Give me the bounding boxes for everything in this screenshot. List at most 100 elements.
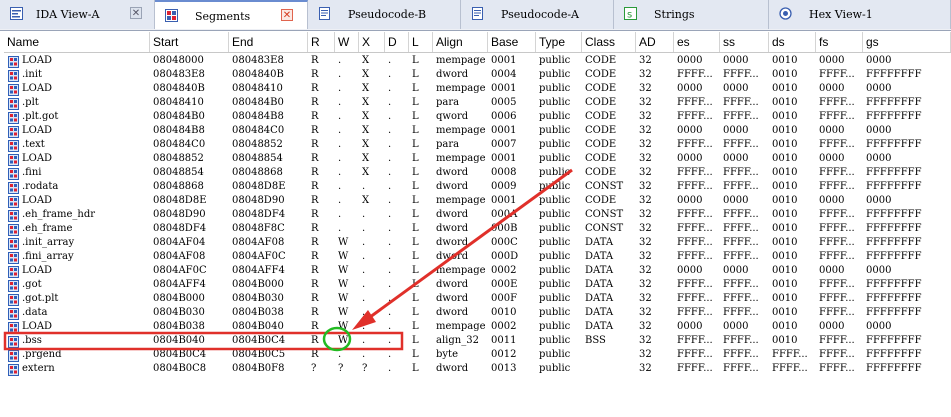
column-header-ss[interactable]: ss (720, 32, 769, 52)
segment-icon (8, 111, 19, 124)
cell-w: W (338, 321, 349, 332)
column-header-d[interactable]: D (385, 32, 409, 52)
column-header-es[interactable]: es (674, 32, 720, 52)
cell-l: L (412, 363, 419, 374)
cell-type: public (539, 181, 571, 192)
cell-class: DATA (585, 251, 614, 262)
cell-x: . (362, 265, 366, 276)
column-header-start[interactable]: Start (150, 32, 229, 52)
table-row[interactable]: .eh_frame 08048DF4 08048F8C R... Ldword 000B p… (4, 222, 951, 236)
table-row[interactable]: .prgend 0804B0C4 0804B0C5 R... Lbyte 0012 publ… (4, 348, 951, 362)
cell-name: .init (22, 69, 43, 80)
tab-ida-view-a[interactable]: IDA View-A ✕ (0, 0, 155, 29)
table-row[interactable]: .eh_frame_hdr 08048D90 08048DF4 R... Ldword 0… (4, 208, 951, 222)
cell-class: CODE (585, 125, 617, 136)
cell-end: 0804840B (232, 69, 284, 80)
cell-base: 0008 (491, 167, 517, 178)
column-header-ds[interactable]: ds (769, 32, 816, 52)
column-header-ad[interactable]: AD (636, 32, 674, 52)
table-row[interactable]: LOAD 08048000 080483E8 R. X. Lmempage 0001 publ… (4, 54, 951, 68)
cell-gs: 0000 (866, 321, 892, 332)
column-header-gs[interactable]: gs (863, 32, 951, 52)
cell-fs: FFFF... (819, 335, 855, 346)
column-header-name[interactable]: Name (4, 32, 150, 52)
tab-strings[interactable]: s Strings (614, 0, 769, 29)
cell-align: mempage (436, 265, 486, 276)
close-tab-icon[interactable]: ✕ (130, 7, 142, 19)
table-row[interactable]: .text 080484C0 08048852 R. X. Lpara 0007 public… (4, 138, 951, 152)
cell-class: CODE (585, 69, 617, 80)
cell-es: FFFF... (677, 237, 713, 248)
column-header-align[interactable]: Align (433, 32, 488, 52)
column-header-l[interactable]: L (409, 32, 433, 52)
table-row[interactable]: .got 0804AFF4 0804B000 R W.. Ldword 000E public… (4, 278, 951, 292)
cell-ss: FFFF... (723, 237, 759, 248)
table-row[interactable]: .got.plt 0804B000 0804B030 R W.. Ldword 000F pu… (4, 292, 951, 306)
cell-fs: FFFF... (819, 167, 855, 178)
cell-w: W (338, 307, 349, 318)
tab-hex-view-1[interactable]: Hex View-1 (769, 0, 951, 29)
cell-x: X (362, 153, 370, 164)
cell-d: . (388, 55, 392, 66)
cell-d: . (388, 125, 392, 136)
cell-gs: FFFFFFFF (866, 279, 922, 290)
cell-align: dword (436, 209, 469, 220)
segment-icon (8, 83, 19, 96)
table-row[interactable]: LOAD 0804840B 08048410 R. X. Lmempage 0001 publ… (4, 82, 951, 96)
table-row[interactable]: .plt.got 080484B0 080484B8 R. X. Lqword 0006 pu… (4, 110, 951, 124)
cell-ad: 32 (639, 321, 652, 332)
column-header-class[interactable]: Class (582, 32, 636, 52)
close-tab-icon[interactable]: ✕ (281, 9, 293, 21)
cell-ad: 32 (639, 335, 652, 346)
cell-ds: 0010 (772, 139, 798, 150)
table-row[interactable]: .data 0804B030 0804B038 R W.. Ldword 0010 publi… (4, 306, 951, 320)
cell-r: R (311, 111, 319, 122)
table-row[interactable]: LOAD 080484B8 080484C0 R. X. Lmempage 0001 publ… (4, 124, 951, 138)
cell-base: 0005 (491, 97, 517, 108)
cell-base: 0002 (491, 265, 517, 276)
cell-x: . (362, 335, 366, 346)
cell-ds: 0010 (772, 111, 798, 122)
table-row[interactable]: LOAD 08048D8E 08048D90 R. X. Lmempage 0001 publ… (4, 194, 951, 208)
table-row[interactable]: LOAD 0804B038 0804B040 R W.. Lmempage 0002 publ… (4, 320, 951, 334)
table-row[interactable]: .plt 08048410 080484B0 R. X. Lpara 0005 public C… (4, 96, 951, 110)
cell-ds: 0010 (772, 167, 798, 178)
cell-type: public (539, 97, 571, 108)
cell-es: FFFF... (677, 279, 713, 290)
column-header-r[interactable]: R (308, 32, 335, 52)
table-row[interactable]: .init_array 0804AF04 0804AF08 R W.. Ldword 000… (4, 236, 951, 250)
column-header-end[interactable]: End (229, 32, 308, 52)
cell-base: 0013 (491, 363, 517, 374)
cell-w: . (338, 209, 342, 220)
cell-align: mempage (436, 153, 486, 164)
cell-w: . (338, 125, 342, 136)
cell-class: DATA (585, 265, 614, 276)
cell-ad: 32 (639, 153, 652, 164)
cell-d: . (388, 69, 392, 80)
segment-icon (8, 349, 19, 362)
column-header-fs[interactable]: fs (816, 32, 863, 52)
cell-class: CONST (585, 181, 624, 192)
table-row[interactable]: LOAD 0804AF0C 0804AFF4 R W.. Lmempage 0002 publ… (4, 264, 951, 278)
table-row[interactable]: .rodata 08048868 08048D8E R... Ldword 0009 pub… (4, 180, 951, 194)
table-row[interactable]: .bss 0804B040 0804B0C4 R W.. Lalign_32 0011 pub… (4, 334, 951, 348)
cell-l: L (412, 307, 419, 318)
column-header-w[interactable]: W (335, 32, 359, 52)
table-row[interactable]: .init 080483E8 0804840B R. X. Ldword 0004 publi… (4, 68, 951, 82)
column-header-type[interactable]: Type (536, 32, 582, 52)
column-header-x[interactable]: X (359, 32, 385, 52)
cell-es: FFFF... (677, 181, 713, 192)
table-row[interactable]: .fini 08048854 08048868 R. X. Ldword 0008 publi… (4, 166, 951, 180)
tab-pseudocode-b[interactable]: Pseudocode-B (308, 0, 461, 29)
cell-ss: FFFF... (723, 363, 759, 374)
cell-d: . (388, 251, 392, 262)
column-header-base[interactable]: Base (488, 32, 536, 52)
cell-ds: 0010 (772, 55, 798, 66)
table-row[interactable]: extern 0804B0C8 0804B0F8???. Ldword 0013 publ… (4, 362, 951, 376)
tab-segments[interactable]: Segments ✕ (155, 0, 308, 29)
cell-ad: 32 (639, 111, 652, 122)
tab-pseudocode-a[interactable]: Pseudocode-A (461, 0, 614, 29)
table-row[interactable]: LOAD 08048852 08048854 R. X. Lmempage 0001 publ… (4, 152, 951, 166)
table-row[interactable]: .fini_array 0804AF08 0804AF0C R W.. Ldword 000… (4, 250, 951, 264)
cell-type: public (539, 55, 571, 66)
